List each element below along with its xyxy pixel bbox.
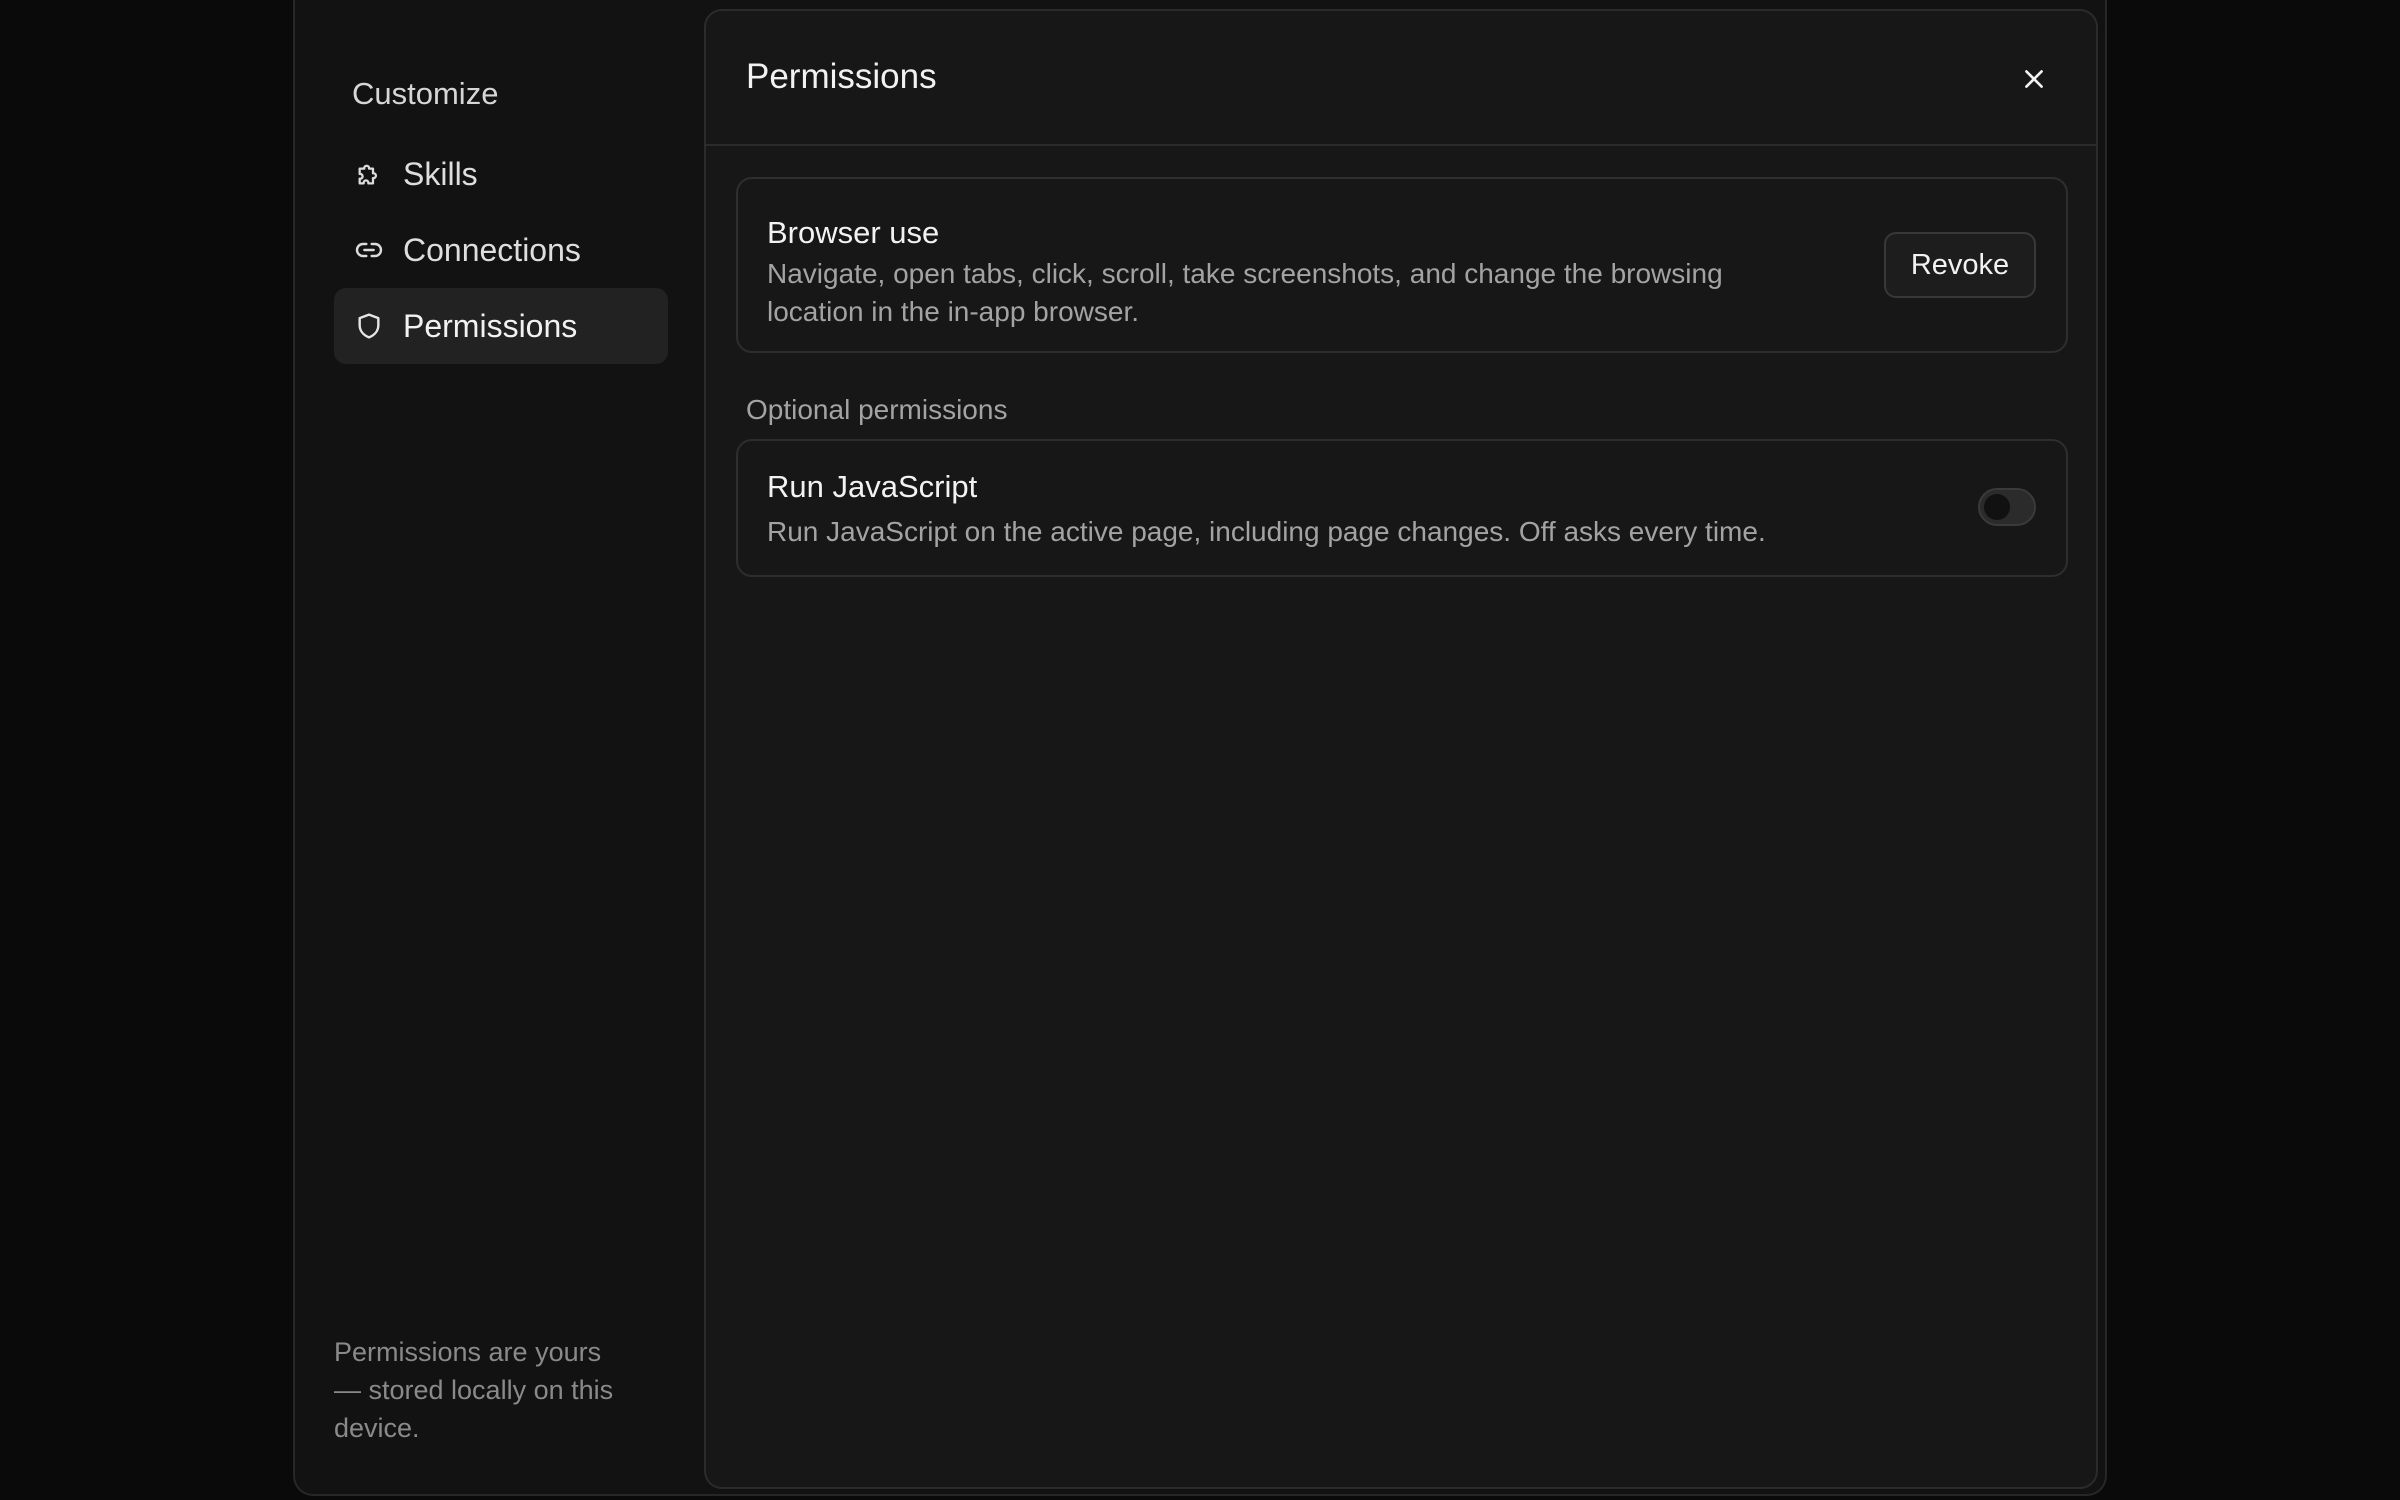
sidebar-item-connections[interactable]: Connections [334, 212, 668, 288]
sidebar-title: Customize [352, 76, 499, 111]
close-button[interactable] [2012, 59, 2056, 103]
toggle-knob [1984, 494, 2010, 520]
link-icon [352, 233, 386, 267]
permissions-panel: Permissions Browser use Navigate, open t… [704, 9, 2098, 1489]
customize-window: Customize Skills Connections Permissions… [293, 0, 2107, 1496]
permission-description: Navigate, open tabs, click, scroll, take… [767, 258, 1723, 327]
revoke-button[interactable]: Revoke [1884, 232, 2036, 298]
sidebar-item-label: Skills [403, 155, 478, 192]
permission-title: Browser use [767, 215, 940, 250]
permission-description: Run JavaScript on the active page, inclu… [767, 516, 1766, 547]
puzzle-icon [352, 157, 386, 191]
sidebar-item-permissions[interactable]: Permissions [334, 288, 668, 364]
panel-header: Permissions [706, 11, 2096, 146]
sidebar-footer-note: Permissions are yours — stored locally o… [334, 1337, 614, 1443]
page-title: Permissions [746, 57, 937, 96]
close-icon [2021, 66, 2047, 97]
sidebar-item-label: Permissions [403, 307, 578, 344]
sidebar-item-label: Connections [403, 231, 581, 268]
section-label-optional: Optional permissions [746, 394, 1008, 425]
sidebar: Customize Skills Connections Permissions… [295, 0, 705, 1494]
sidebar-item-skills[interactable]: Skills [334, 136, 668, 212]
shield-icon [352, 309, 386, 343]
permission-card-browser-use: Browser use Navigate, open tabs, click, … [736, 177, 2068, 353]
permission-title: Run JavaScript [767, 469, 978, 504]
permission-card-run-javascript: Run JavaScript Run JavaScript on the act… [736, 439, 2068, 577]
run-javascript-toggle[interactable] [1978, 488, 2036, 526]
